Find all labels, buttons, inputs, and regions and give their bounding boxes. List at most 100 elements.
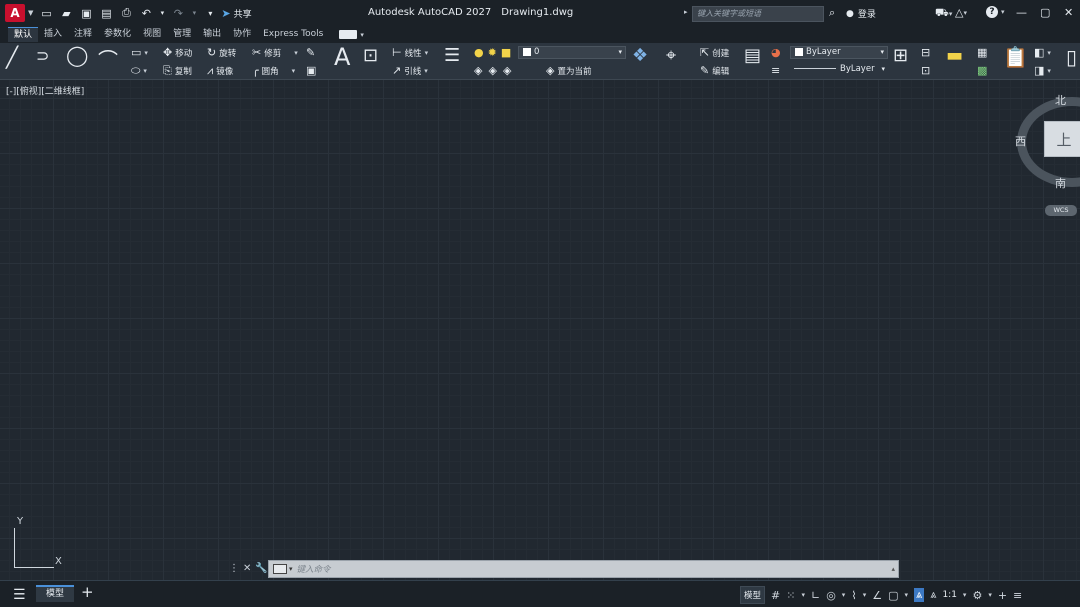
tab-express-tools[interactable]: Express Tools — [257, 27, 329, 42]
redo-icon[interactable]: ↷ — [171, 7, 185, 20]
layer-previous-icon[interactable]: ◈ — [503, 64, 511, 77]
id-point-button[interactable]: ▩ — [977, 64, 987, 77]
binoculars-icon[interactable]: ⌕ — [829, 6, 835, 20]
command-expand-icon[interactable]: ▴ — [891, 565, 895, 573]
tab-insert[interactable]: 插入 — [38, 27, 68, 42]
dimension-tool-icon[interactable]: ⊡ — [363, 45, 378, 66]
auto-scale-icon[interactable]: ⩓ — [930, 588, 936, 602]
object-snap-caret-icon[interactable]: ▾ — [904, 591, 908, 599]
user-login[interactable]: ● 登录 — [846, 7, 876, 21]
insert-block-icon[interactable]: ❖ — [632, 45, 648, 66]
snap-mode-icon[interactable]: ⁙ — [786, 589, 795, 602]
command-close-icon[interactable]: ✕ — [243, 563, 251, 574]
layer-properties-icon[interactable]: ☰ — [444, 45, 460, 66]
tab-output[interactable]: 输出 — [197, 27, 227, 42]
new-file-icon[interactable]: ▭ — [39, 7, 53, 20]
search-caret-icon[interactable]: ▸ — [684, 8, 688, 16]
create-block-button[interactable]: ⇱ 创建 — [700, 46, 729, 59]
ribbon-minimize-toggle[interactable] — [339, 30, 358, 39]
copy-clip-button[interactable]: ◧ ▾ — [1034, 46, 1051, 59]
workspace-caret-icon[interactable]: ▾ — [988, 591, 992, 599]
search-input[interactable]: 键入关键字或短语 — [692, 6, 824, 22]
tab-manage[interactable]: 管理 — [167, 27, 197, 42]
viewcube-south[interactable]: 南 — [1055, 175, 1066, 191]
save-as-icon[interactable]: ▤ — [99, 7, 113, 20]
viewcube-north[interactable]: 北 — [1055, 92, 1066, 108]
paste-clipboard-icon[interactable]: 📋 — [1003, 45, 1028, 69]
customize-qat-icon[interactable]: ▾ — [203, 7, 217, 19]
isometric-caret-icon[interactable]: ▾ — [863, 591, 867, 599]
array-button[interactable]: ▣ — [306, 64, 316, 77]
grid-display-icon[interactable]: # — [771, 589, 780, 602]
tab-collaborate[interactable]: 协作 — [227, 27, 257, 42]
copy-button[interactable]: ⎘ 复制 — [163, 64, 192, 78]
base-view-button[interactable]: ◨ ▾ — [1034, 64, 1051, 77]
mirror-button[interactable]: ⩘ 镜像 — [207, 64, 233, 78]
viewport-controls[interactable]: [-][俯视][二维线框] — [6, 84, 84, 97]
scale-caret-icon[interactable]: ▾ — [963, 591, 967, 599]
trim-button[interactable]: ✂ 修剪 ▾ — [252, 46, 298, 59]
polyline-tool-icon[interactable]: ⊃ — [36, 46, 49, 65]
polar-caret-icon[interactable]: ▾ — [842, 591, 846, 599]
close-icon[interactable]: ✕ — [1064, 6, 1073, 19]
maximize-icon[interactable]: ▢ — [1040, 6, 1050, 19]
save-icon[interactable]: ▣ — [79, 7, 93, 20]
layer-isolate-icon[interactable]: ◈ — [474, 64, 482, 77]
arc-tool-icon[interactable]: ⌒ — [98, 44, 118, 73]
object-snap-icon[interactable]: ▢ — [888, 589, 898, 602]
layout-menu-icon[interactable]: ☰ — [13, 587, 26, 603]
circle-tool-icon[interactable]: ◯ — [66, 43, 88, 67]
match-properties-brush-icon[interactable]: ▤ — [744, 45, 761, 66]
quick-calc-button[interactable]: ▦ — [977, 46, 987, 59]
workspace-gear-icon[interactable]: ⚙ — [972, 589, 982, 602]
group-edit-button[interactable]: ⊡ — [921, 64, 930, 77]
layer-dropdown[interactable]: 0 ▾ — [518, 46, 626, 59]
isometric-drafting-icon[interactable]: ⌇ — [851, 589, 856, 602]
drawing-canvas[interactable] — [0, 80, 1080, 580]
erase-button[interactable]: ✎ — [306, 46, 315, 59]
viewcube-west[interactable]: 西 — [1015, 133, 1026, 149]
add-layout-icon[interactable]: + — [81, 583, 94, 601]
layer-match-icon[interactable]: ◈ — [488, 64, 496, 77]
ortho-mode-icon[interactable]: ∟ — [811, 589, 820, 602]
tab-annotate[interactable]: 注释 — [68, 27, 98, 42]
group-icon[interactable]: ⊞ — [893, 45, 908, 66]
tab-model-layout[interactable]: 模型 — [36, 585, 74, 602]
layer-on-bulb-icon[interactable]: ● — [474, 46, 484, 59]
command-grip-icon[interactable]: ⋮ — [229, 563, 239, 574]
customization-menu-icon[interactable]: ≡ — [1013, 589, 1022, 602]
command-customize-wrench-icon[interactable]: 🔧 — [255, 563, 267, 574]
undo-caret-icon[interactable]: ▾ — [159, 7, 165, 19]
lineweight-button[interactable]: ≡ — [771, 64, 780, 77]
annotation-scale[interactable]: 1:1 — [942, 590, 956, 600]
undo-icon[interactable]: ↶ — [139, 7, 153, 20]
model-space-button[interactable]: 模型 — [740, 586, 766, 604]
layer-lock-icon[interactable]: ■ — [501, 46, 511, 59]
ellipse-tool[interactable]: ⬭ ▾ — [131, 64, 147, 78]
linetype-dropdown[interactable]: ByLayer ▾ — [790, 64, 888, 77]
minimize-icon[interactable]: — — [1016, 6, 1027, 19]
layer-freeze-sun-icon[interactable]: ✹ — [488, 46, 497, 59]
tab-view[interactable]: 视图 — [137, 27, 167, 42]
open-folder-icon[interactable]: ▰ — [59, 7, 73, 20]
edit-block-button[interactable]: ✎ 编辑 — [700, 64, 729, 77]
snap-caret-icon[interactable]: ▾ — [801, 591, 805, 599]
print-icon[interactable]: ⎙ — [119, 6, 133, 19]
leader-button[interactable]: ↗ 引线 ▾ — [392, 64, 428, 77]
polar-tracking-icon[interactable]: ◎ — [826, 589, 836, 602]
share-button[interactable]: ➤ 共享 — [221, 7, 251, 20]
linear-dimension-button[interactable]: ⊢ 线性 ▾ — [392, 46, 428, 59]
command-history-icon[interactable] — [273, 564, 287, 574]
rectangle-tool[interactable]: ▭ ▾ — [131, 46, 148, 59]
wcs-menu-button[interactable]: WCS — [1045, 205, 1077, 216]
rotate-button[interactable]: ↻ 旋转 — [207, 46, 236, 59]
set-current-button[interactable]: ◈ 置为当前 — [546, 64, 591, 77]
line-tool-icon[interactable]: ╱ — [6, 45, 18, 69]
viewcube-top-face[interactable]: 上 — [1044, 121, 1080, 157]
tab-default[interactable]: 默认 — [8, 27, 39, 42]
fillet-button[interactable]: ╭ 圆角 ▾ — [252, 64, 295, 77]
app-menu-caret-icon[interactable]: ▼ — [28, 9, 33, 17]
help-button[interactable]: ? ▾ — [986, 6, 1005, 18]
tab-parametric[interactable]: 参数化 — [98, 27, 137, 42]
autodesk-apps-button[interactable]: △ ▾ — [955, 6, 967, 19]
